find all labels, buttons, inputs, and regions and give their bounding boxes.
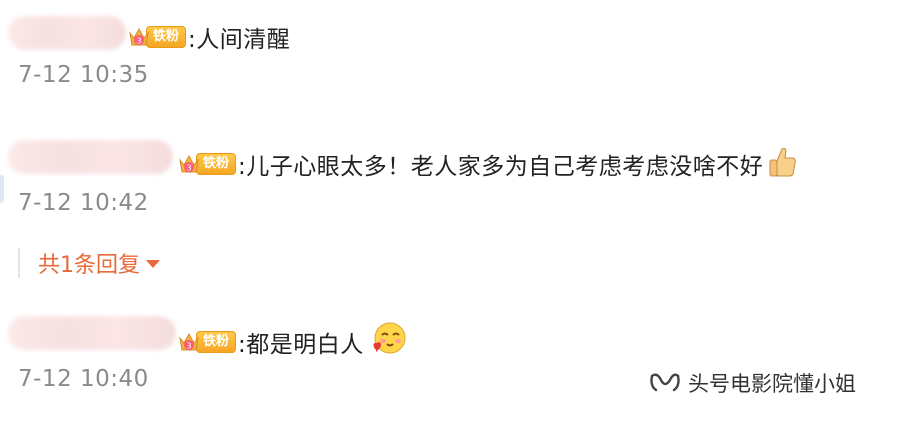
wechat-channel-icon xyxy=(648,368,682,398)
badge-label: 铁粉 xyxy=(196,153,237,175)
reply-count-label: 共1条回复 xyxy=(38,253,140,278)
comment-text: :儿子心眼太多！老人家多为自己考虑考虑没啥不好 xyxy=(238,154,764,180)
view-replies-link[interactable]: 共1条回复 xyxy=(18,248,160,278)
avatar-edge xyxy=(0,175,4,203)
channel-watermark: 头号电影院懂小姐 xyxy=(648,368,856,398)
blush-heart-emoji-icon xyxy=(368,320,408,364)
comment-timestamp: 7-12 10:40 xyxy=(18,366,149,392)
comment-text: :人间清醒 xyxy=(188,27,291,53)
blurred-username[interactable] xyxy=(8,316,176,350)
blurred-username[interactable] xyxy=(8,140,173,174)
chevron-down-icon xyxy=(146,260,160,268)
thumbs-up-icon xyxy=(767,145,797,183)
blurred-username[interactable] xyxy=(8,16,126,50)
watermark-text: 头号电影院懂小姐 xyxy=(688,372,856,396)
fan-badge[interactable]: 3 铁粉 xyxy=(178,152,237,176)
fan-badge[interactable]: 3 铁粉 xyxy=(178,330,237,354)
badge-label: 铁粉 xyxy=(196,331,237,353)
fan-badge[interactable]: 3 铁粉 xyxy=(128,25,187,49)
comment-timestamp: 7-12 10:35 xyxy=(18,62,149,88)
badge-label: 铁粉 xyxy=(146,26,187,48)
svg-text:3: 3 xyxy=(136,37,141,46)
crown-icon: 3 xyxy=(178,152,200,176)
svg-text:3: 3 xyxy=(186,342,191,351)
comment-text: :都是明白人 xyxy=(238,332,364,358)
crown-icon: 3 xyxy=(128,25,150,49)
crown-icon: 3 xyxy=(178,330,200,354)
comment-timestamp: 7-12 10:42 xyxy=(18,190,149,216)
svg-text:3: 3 xyxy=(186,164,191,173)
